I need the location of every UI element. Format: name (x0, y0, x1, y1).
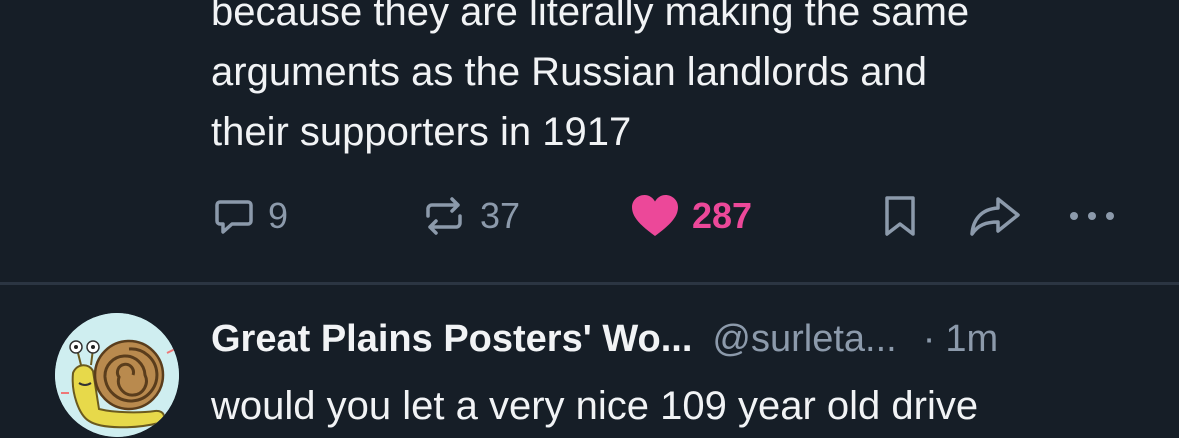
avatar[interactable] (55, 313, 179, 437)
post-text: would you let a very nice 109 year old d… (211, 384, 979, 428)
bookmark-button[interactable] (880, 190, 920, 242)
share-button[interactable] (968, 190, 1022, 242)
bookmark-icon (885, 196, 915, 236)
reply-button[interactable]: 9 (212, 190, 288, 242)
snail-avatar-icon (55, 313, 179, 437)
post-header: Great Plains Posters' Wo... @surleta... … (211, 313, 1171, 365)
post-divider (0, 282, 1179, 285)
post-text-line: their supporters in 1917 (211, 110, 632, 154)
reply-icon (215, 200, 253, 234)
more-dots-icon (1070, 212, 1114, 220)
like-count: 287 (692, 195, 753, 236)
post-timestamp[interactable]: 1m (945, 318, 998, 361)
like-button[interactable]: 287 (630, 190, 752, 242)
reply-count: 9 (268, 195, 289, 236)
more-options-button[interactable] (1068, 190, 1116, 242)
share-arrow-icon (970, 197, 1020, 236)
post-text-line: arguments as the Russian landlords and (211, 50, 927, 94)
repost-button[interactable]: 37 (420, 190, 520, 242)
author-handle[interactable]: @surleta... (712, 318, 896, 361)
repost-count: 37 (480, 195, 521, 236)
post-text: because they are literally making the sa… (211, 0, 1161, 162)
separator-dot: · (922, 317, 936, 360)
post-actions-bar: 9 37 287 (0, 190, 1179, 242)
heart-icon (632, 195, 678, 236)
author-name[interactable]: Great Plains Posters' Wo... (211, 318, 692, 361)
repost-icon (426, 197, 462, 235)
post-text-line: because they are literally making the sa… (211, 0, 970, 34)
